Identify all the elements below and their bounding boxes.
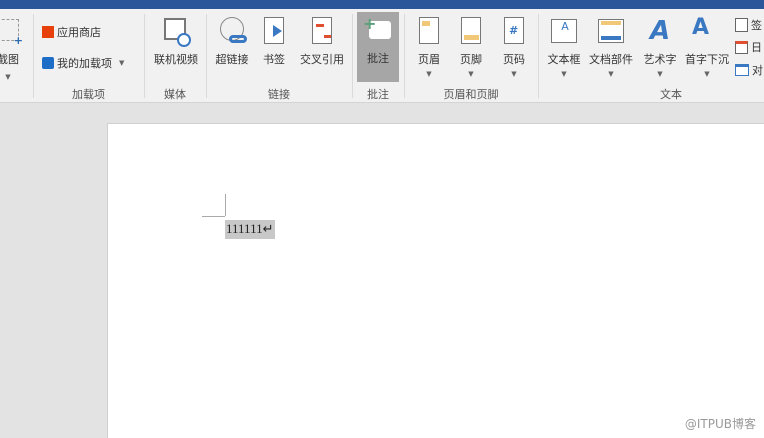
page-number-icon: # xyxy=(499,15,529,47)
watermark: @ITPUB博客 xyxy=(684,417,756,431)
cross-reference-icon xyxy=(307,15,337,47)
page-number-button[interactable]: # 页码 ▼ xyxy=(495,13,533,78)
dropcap-button[interactable]: A 首字下沉 ▼ xyxy=(682,13,732,78)
document-text[interactable]: 111111↵ xyxy=(225,220,276,239)
signature-icon xyxy=(735,18,748,32)
bookmark-icon xyxy=(259,15,289,47)
footer-button[interactable]: 页脚 ▼ xyxy=(452,13,490,78)
addins-icon xyxy=(42,57,54,69)
comment-icon: + xyxy=(363,14,393,46)
hyperlink-button[interactable]: 超链接 xyxy=(210,13,254,67)
crop-mark xyxy=(202,216,225,217)
header-button[interactable]: 页眉 ▼ xyxy=(410,13,448,78)
bookmark-button[interactable]: 书签 xyxy=(258,13,290,67)
store-button[interactable]: 应用商店 xyxy=(42,24,101,40)
signature-line-button[interactable]: 签 xyxy=(735,17,762,33)
ribbon-insert: + 屏幕截图▼ 应用商店 我的加载项▼ 加载项 联机视频 媒体 超链接 书签 交… xyxy=(0,9,764,103)
screenshot-button[interactable]: + 屏幕截图▼ xyxy=(0,13,30,81)
online-video-button[interactable]: 联机视频 xyxy=(148,13,204,67)
group-label-header-footer: 页眉和页脚 xyxy=(443,88,499,101)
wordart-icon: A xyxy=(649,16,671,46)
store-icon xyxy=(42,26,54,38)
dropcap-icon: A xyxy=(692,15,710,40)
footer-icon xyxy=(456,15,486,47)
comment-button[interactable]: + 批注 xyxy=(357,12,399,82)
quick-parts-button[interactable]: 文档部件 ▼ xyxy=(586,13,636,78)
video-icon xyxy=(161,15,191,47)
screenshot-icon: + xyxy=(0,15,23,47)
crop-mark xyxy=(225,194,226,216)
group-label-media: 媒体 xyxy=(164,88,186,101)
object-icon xyxy=(735,64,749,76)
title-bar xyxy=(0,0,764,9)
date-time-button[interactable]: 日 xyxy=(735,39,762,55)
my-addins-button[interactable]: 我的加载项 ▼ xyxy=(42,55,124,71)
cross-reference-button[interactable]: 交叉引用 xyxy=(294,13,350,67)
object-button[interactable]: 对 xyxy=(735,62,763,78)
group-label-links: 链接 xyxy=(268,88,290,101)
textbox-icon: A xyxy=(549,15,579,47)
calendar-icon xyxy=(735,40,748,54)
textbox-button[interactable]: A 文本框 ▼ xyxy=(542,13,586,78)
group-label-comments: 批注 xyxy=(367,88,389,101)
group-label-addins: 加载项 xyxy=(72,88,105,101)
hyperlink-icon xyxy=(217,15,247,47)
document-page[interactable] xyxy=(107,123,764,438)
quick-parts-icon xyxy=(596,15,626,47)
wordart-button[interactable]: A 艺术字 ▼ xyxy=(640,13,680,78)
header-icon xyxy=(414,15,444,47)
group-label-text: 文本 xyxy=(660,88,682,101)
